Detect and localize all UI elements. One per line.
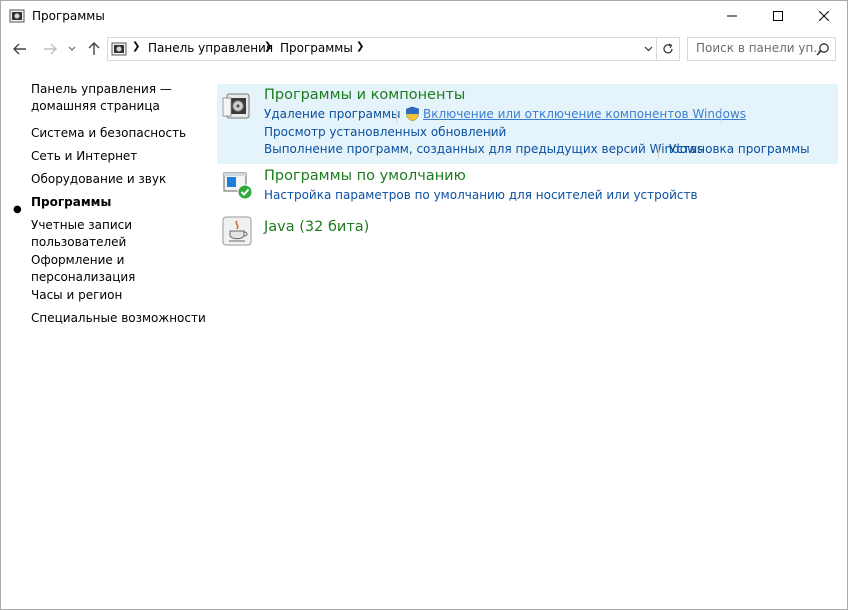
breadcrumb-chevron-icon[interactable]: ❯ — [264, 41, 272, 52]
window-title: Программы — [32, 9, 105, 23]
sidebar-item-hardware-sound[interactable]: Оборудование и звук — [31, 171, 166, 188]
maximize-button[interactable] — [755, 1, 801, 31]
refresh-button[interactable] — [658, 38, 678, 60]
up-button[interactable] — [83, 38, 105, 60]
category-default-programs: Программы по умолчанию Настройка парамет… — [217, 167, 838, 207]
search-box[interactable] — [687, 37, 836, 61]
sidebar-item-label: домашняя страница — [31, 99, 160, 113]
refresh-icon — [663, 43, 673, 54]
chevron-down-icon — [68, 46, 76, 51]
run-older-programs-link[interactable]: Выполнение программ, созданных для преды… — [264, 142, 703, 156]
view-installed-updates-link[interactable]: Просмотр установленных обновлений — [264, 125, 506, 139]
title-bar[interactable]: Программы — [1, 1, 847, 31]
sidebar-item-user-accounts[interactable]: Учетные записи пользователей — [31, 217, 132, 251]
current-item-bullet: ● — [13, 204, 22, 215]
arrow-left-icon — [13, 43, 26, 55]
link-separator — [721, 109, 722, 123]
install-program-link[interactable]: Установка программы — [669, 142, 810, 156]
sidebar-item-system-security[interactable]: Система и безопасность — [31, 125, 186, 142]
recent-locations-button[interactable] — [65, 38, 79, 60]
sidebar-item-programs[interactable]: Программы — [31, 194, 111, 211]
breadcrumb-programs[interactable]: Программы — [280, 41, 353, 55]
sidebar-item-network-internet[interactable]: Сеть и Интернет — [31, 148, 137, 165]
category-title-default-programs[interactable]: Программы по умолчанию — [264, 168, 466, 184]
category-title-programs-and-features[interactable]: Программы и компоненты — [264, 87, 465, 103]
breadcrumb-chevron-icon[interactable]: ❯ — [356, 41, 364, 52]
default-settings-link[interactable]: Настройка параметров по умолчанию для но… — [264, 188, 698, 202]
programs-icon[interactable] — [221, 90, 253, 122]
address-history-button[interactable] — [640, 38, 657, 60]
search-input[interactable] — [688, 38, 820, 58]
control-panel-icon — [111, 42, 127, 56]
breadcrumb-chevron-icon[interactable]: ❯ — [132, 41, 140, 52]
close-icon — [819, 11, 829, 21]
uac-shield-icon — [406, 106, 419, 122]
sidebar: Панель управления — домашняя страница Си… — [1, 71, 206, 601]
back-button[interactable] — [9, 38, 31, 60]
link-separator — [658, 144, 659, 158]
minimize-button[interactable] — [709, 1, 755, 31]
sidebar-item-appearance-personalization[interactable]: Оформление и персонализация — [31, 252, 135, 286]
category-programs-and-features: Программы и компоненты Удаление программ… — [217, 84, 838, 164]
maximize-icon — [773, 11, 783, 21]
navigation-bar: ❯ Панель управления ❯ Программы ❯ — [1, 34, 847, 64]
link-separator — [396, 109, 397, 123]
category-title-java[interactable]: Java (32 бита) — [264, 219, 369, 235]
java-icon[interactable] — [221, 215, 253, 247]
sidebar-item-control-panel-home[interactable]: Панель управления — домашняя страница — [31, 81, 172, 115]
uninstall-program-link[interactable]: Удаление программы — [264, 107, 401, 121]
default-programs-icon[interactable] — [221, 169, 253, 201]
windows-features-link[interactable]: Включение или отключение компонентов Win… — [423, 107, 746, 121]
arrow-right-icon — [44, 43, 57, 55]
breadcrumb-control-panel[interactable]: Панель управления — [148, 41, 273, 55]
sidebar-item-clock-region[interactable]: Часы и регион — [31, 287, 122, 304]
minimize-icon — [727, 15, 737, 17]
explorer-window: Программы ❯ Панель управления ❯ Программ… — [0, 0, 848, 610]
sidebar-item-label: Учетные записи — [31, 218, 133, 232]
sidebar-item-label: Оформление и — [31, 253, 125, 267]
search-icon[interactable] — [815, 41, 831, 57]
link-separator — [490, 127, 491, 141]
forward-button[interactable] — [39, 38, 61, 60]
sidebar-item-label: Панель управления — — [31, 82, 172, 96]
category-java: Java (32 бита) — [217, 214, 838, 254]
sidebar-item-label: пользователей — [31, 235, 127, 249]
address-bar[interactable]: ❯ Панель управления ❯ Программы ❯ — [107, 37, 680, 61]
chevron-down-icon — [644, 46, 652, 52]
sidebar-item-label: персонализация — [31, 270, 136, 284]
control-panel-icon — [9, 9, 25, 23]
sidebar-item-ease-of-access[interactable]: Специальные возможности — [31, 310, 206, 327]
close-button[interactable] — [801, 1, 847, 31]
arrow-up-icon — [88, 42, 100, 55]
